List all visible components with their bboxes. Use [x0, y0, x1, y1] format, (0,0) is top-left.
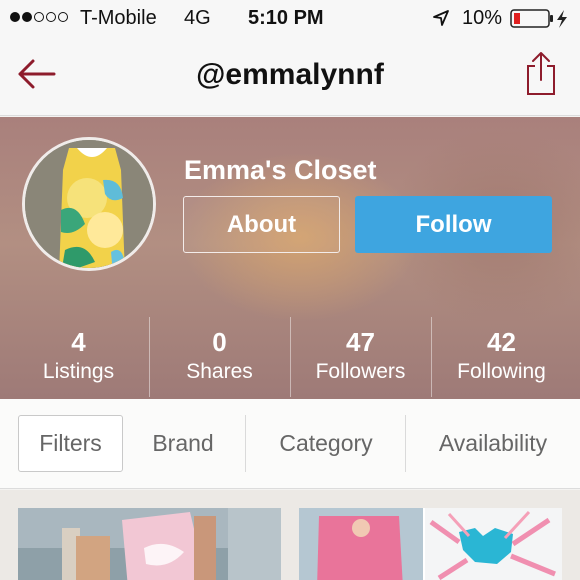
stat-followers[interactable]: 47 Followers	[290, 317, 431, 397]
listing-photo	[18, 508, 281, 580]
battery-icon	[510, 9, 567, 28]
availability-filter[interactable]: Availability	[410, 415, 576, 472]
category-filter[interactable]: Category	[250, 415, 402, 472]
dress-photo	[25, 140, 153, 268]
stat-label: Shares	[186, 360, 253, 383]
stat-count: 47	[346, 327, 375, 357]
closet-name: Emma's Closet	[184, 155, 377, 185]
listings-grid	[0, 490, 580, 580]
avatar[interactable]	[22, 137, 156, 271]
filter-divider	[405, 415, 406, 472]
about-button[interactable]: About	[183, 196, 340, 253]
stat-count: 4	[71, 327, 86, 357]
stat-listings[interactable]: 4 Listings	[8, 317, 149, 397]
battery-percent: 10%	[462, 7, 503, 29]
filters-button[interactable]: Filters	[18, 415, 123, 472]
filter-divider	[245, 415, 246, 472]
status-bar: T-Mobile 4G 5:10 PM 10%	[0, 0, 580, 36]
stat-label: Followers	[315, 360, 406, 383]
profile-header: Emma's Closet About Follow 4 Listings 0 …	[0, 117, 580, 399]
filter-bar: Filters Brand Category Availability	[0, 399, 580, 489]
stat-label: Listings	[42, 360, 115, 383]
brand-filter[interactable]: Brand	[130, 415, 236, 472]
stat-shares[interactable]: 0 Shares	[149, 317, 290, 397]
follow-button[interactable]: Follow	[355, 196, 552, 253]
location-icon	[433, 10, 449, 26]
nav-bar: @emmalynnf	[0, 36, 580, 116]
stat-label: Following	[457, 360, 546, 383]
listing-photo	[299, 508, 562, 580]
stat-count: 42	[487, 327, 516, 357]
listing-card[interactable]	[18, 508, 281, 580]
stat-count: 0	[212, 327, 227, 357]
signal-strength-icon	[10, 12, 68, 22]
clock: 5:10 PM	[248, 7, 324, 29]
share-icon[interactable]	[524, 50, 558, 96]
listing-card[interactable]	[299, 508, 562, 580]
network-label: 4G	[184, 7, 211, 29]
stats-bar: 4 Listings 0 Shares 47 Followers 42 Foll…	[8, 317, 572, 397]
carrier-label: T-Mobile	[80, 7, 157, 29]
page-title: @emmalynnf	[196, 58, 384, 91]
stat-following[interactable]: 42 Following	[431, 317, 572, 397]
